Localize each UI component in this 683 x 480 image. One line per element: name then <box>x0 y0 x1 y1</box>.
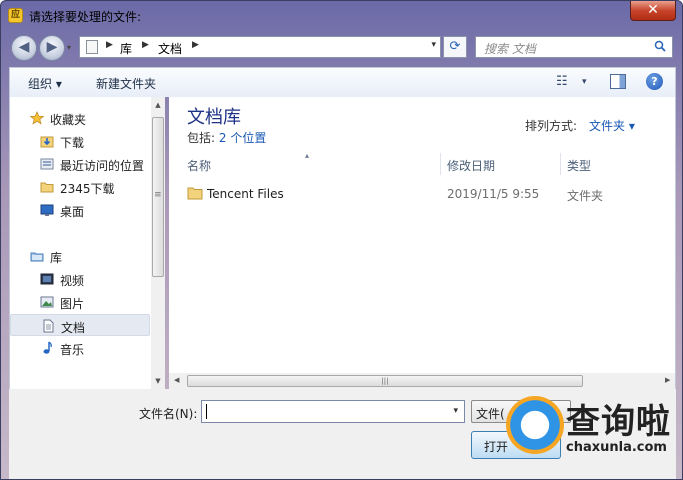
file-type: 文件夹 <box>567 189 604 203</box>
address-dropdown-icon[interactable]: ▾ <box>431 40 436 50</box>
sidebar-item-label: 最近访问的位置 <box>60 159 145 173</box>
breadcrumb-separator-icon[interactable]: ▶ <box>106 40 113 50</box>
column-header-name[interactable]: 名称 <box>179 153 441 175</box>
breadcrumb-library[interactable]: 库 <box>120 40 132 57</box>
sidebar-item-videos[interactable]: 视频 <box>10 268 150 290</box>
navigation-pane-scrollbar[interactable]: ▲ ≡ ▼ <box>151 97 165 389</box>
sidebar-item-label: 视频 <box>60 274 85 288</box>
sidebar-item-documents[interactable]: 文档 <box>10 314 150 336</box>
scroll-up-icon[interactable]: ▲ <box>151 101 165 109</box>
scroll-left-icon[interactable]: ◀ <box>174 376 179 384</box>
file-type-select-label: 文件( <box>476 407 505 421</box>
watermark-subtitle: chaxunla.com <box>566 440 667 455</box>
refresh-button[interactable]: ⟳ <box>443 36 467 58</box>
search-input[interactable]: 搜索 文档 <box>484 40 536 57</box>
library-locations-link[interactable]: 2 个位置 <box>219 131 266 145</box>
forward-button[interactable]: ▶ <box>39 35 65 61</box>
command-toolbar: 组织 ▾ 新建文件夹 ☷ ▾ ? <box>9 67 676 97</box>
sidebar-item-music[interactable]: 音乐 <box>10 337 150 359</box>
title-bar[interactable]: 应 请选择要处理的文件: ✕ <box>1 1 682 31</box>
navigation-pane: 收藏夹 下载 最近访问的位置 2345下载 桌面 库 视频 图片 文档 音乐 <box>9 97 165 389</box>
filename-input[interactable]: ▾ <box>201 400 465 423</box>
scroll-down-icon[interactable]: ▼ <box>151 377 165 385</box>
arrange-by-dropdown[interactable]: 文件夹 ▾ <box>589 117 635 134</box>
app-icon: 应 <box>8 8 23 23</box>
music-icon <box>43 341 52 354</box>
breadcrumb-separator-icon[interactable]: ▶ <box>192 40 199 50</box>
preview-pane-icon[interactable] <box>610 74 626 89</box>
sidebar-item-label: 桌面 <box>60 205 85 219</box>
arrange-by-label: 排列方式: <box>525 119 578 133</box>
back-button[interactable]: ◀ <box>11 35 37 61</box>
picture-icon <box>40 296 54 308</box>
sidebar-item-label: 音乐 <box>60 343 85 357</box>
sidebar-item-recent-places[interactable]: 最近访问的位置 <box>10 153 150 175</box>
sidebar-item-label: 文档 <box>61 321 86 335</box>
address-bar[interactable]: ▶ 库 ▶ 文档 ▶ ▾ <box>79 36 441 58</box>
organize-button[interactable]: 组织 ▾ <box>28 75 62 92</box>
recent-pages-dropdown[interactable]: ▾ <box>67 43 71 52</box>
open-button-label: 打开 <box>484 440 509 454</box>
column-header-date-modified[interactable]: 修改日期 <box>441 153 561 175</box>
file-row-tencent-files[interactable]: Tencent Files 2019/11/5 9:55 文件夹 <box>179 183 659 205</box>
star-icon <box>30 111 44 125</box>
sidebar-item-pictures[interactable]: 图片 <box>10 291 150 313</box>
sidebar-item-downloads[interactable]: 下载 <box>10 130 150 152</box>
navigation-bar: ◀ ▶ ▾ ▶ 库 ▶ 文档 ▶ ▾ ⟳ 搜索 文档 <box>1 31 682 63</box>
sidebar-item-label: 库 <box>50 251 63 265</box>
sidebar-item-label: 下载 <box>60 136 85 150</box>
folder-icon <box>40 182 54 193</box>
file-date-modified: 2019/11/5 9:55 <box>447 187 540 201</box>
filename-dropdown-icon[interactable]: ▾ <box>453 406 458 416</box>
breadcrumb-separator-icon[interactable]: ▶ <box>142 40 149 50</box>
document-icon <box>43 319 54 333</box>
close-button[interactable]: ✕ <box>630 1 676 21</box>
library-icon <box>30 252 44 262</box>
watermark: 查询啦 chaxunla.com <box>506 394 676 464</box>
sidebar-item-label: 收藏夹 <box>50 113 87 127</box>
file-list-horizontal-scrollbar[interactable]: ◀ ||| ▶ <box>169 373 676 389</box>
file-name: Tencent Files <box>207 187 284 201</box>
sidebar-item-label: 图片 <box>60 297 85 311</box>
sidebar-item-favorites[interactable]: 收藏夹 <box>10 107 150 129</box>
file-dialog-window: 应 请选择要处理的文件: ✕ ◀ ▶ ▾ ▶ 库 ▶ 文档 ▶ ▾ ⟳ 搜索 文… <box>0 0 683 480</box>
view-options-icon[interactable]: ☷ <box>556 74 568 89</box>
video-icon <box>40 273 54 285</box>
recent-places-icon <box>40 158 54 170</box>
includes-label: 包括: <box>187 131 216 145</box>
library-doc-icon <box>86 40 98 54</box>
filename-label: 文件名(N): <box>139 407 198 421</box>
breadcrumb-documents[interactable]: 文档 <box>158 40 182 57</box>
library-title: 文档库 <box>187 107 241 128</box>
sidebar-item-2345-downloads[interactable]: 2345下载 <box>10 176 150 198</box>
new-folder-button[interactable]: 新建文件夹 <box>96 75 156 92</box>
library-includes: 包括: 2 个位置 <box>187 129 266 146</box>
desktop-icon <box>40 204 54 216</box>
sidebar-item-desktop[interactable]: 桌面 <box>10 199 150 221</box>
file-list-pane: 文档库 包括: 2 个位置 排列方式: 文件夹 ▾ ▴ 名称 修改日期 类型 T… <box>169 97 676 375</box>
folder-icon <box>187 187 203 200</box>
download-folder-icon <box>40 136 54 148</box>
column-header-type[interactable]: 类型 <box>561 153 661 175</box>
sidebar-item-libraries[interactable]: 库 <box>10 245 150 267</box>
scroll-right-icon[interactable]: ▶ <box>665 376 670 384</box>
view-options-dropdown-icon[interactable]: ▾ <box>582 77 587 87</box>
watermark-logo-icon <box>506 396 564 454</box>
scrollbar-thumb[interactable]: ||| <box>187 375 583 387</box>
search-icon[interactable] <box>654 40 666 52</box>
sidebar-item-label: 2345下载 <box>60 182 115 196</box>
scrollbar-thumb[interactable]: ≡ <box>152 117 164 277</box>
help-icon[interactable]: ? <box>646 73 663 90</box>
search-box[interactable]: 搜索 文档 <box>475 36 673 58</box>
watermark-title: 查询啦 <box>566 402 671 442</box>
text-caret <box>206 404 207 419</box>
window-title: 请选择要处理的文件: <box>29 10 142 24</box>
scroll-grip-icon: ≡ <box>154 190 162 200</box>
